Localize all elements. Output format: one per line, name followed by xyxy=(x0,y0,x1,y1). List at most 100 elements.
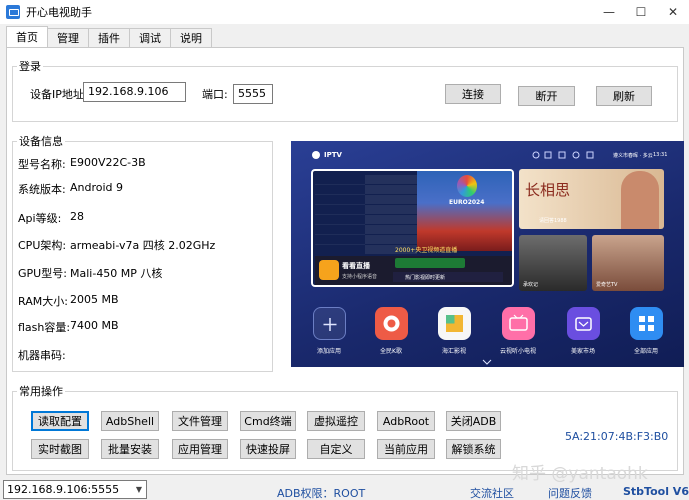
haihui-icon xyxy=(446,315,463,332)
model-label: 型号名称: xyxy=(18,158,66,171)
poster-tile-left[interactable]: 承欢记 xyxy=(519,235,587,291)
poster-caption-right: 爱奇艺TV xyxy=(596,282,618,288)
hot-text: 热门影视即时更新 xyxy=(405,275,446,281)
window-title: 开心电视助手 xyxy=(26,6,92,19)
version-label: StbTool V6.2 xyxy=(623,485,689,498)
read-config-button[interactable]: 读取配置 xyxy=(31,411,89,431)
app-label-all: 全部应用 xyxy=(633,348,658,355)
plus-icon xyxy=(323,318,337,331)
tab-help[interactable]: 说明 xyxy=(170,28,212,48)
screen-brand: IPTV xyxy=(324,151,342,159)
community-link[interactable]: 交流社区 xyxy=(470,485,514,500)
app-label-add: 添加应用 xyxy=(316,348,341,355)
disconnect-button[interactable]: 断开 xyxy=(518,86,575,106)
app-label-yunshiting: 云视听小电视 xyxy=(499,348,536,355)
app-label-meijia: 美家市场 xyxy=(570,348,595,355)
app-haihui-video[interactable] xyxy=(438,307,471,340)
ram-label: RAM大小: xyxy=(18,295,68,308)
app-manager-button[interactable]: 应用管理 xyxy=(172,439,228,459)
live-tv-banner[interactable]: EURO2024 2000+央卫视频道直播 看看直播 支持小程序语音 热门影视即… xyxy=(311,169,514,287)
iptv-logo-icon xyxy=(312,151,320,159)
refresh-button[interactable]: 刷新 xyxy=(596,86,652,106)
model-value: E900V22C-3B xyxy=(70,156,146,169)
poster-caption-left: 承欢记 xyxy=(523,282,539,288)
app-label-haihui: 海汇影视 xyxy=(441,348,466,355)
main-tabs: 首页 管理 插件 调试 说明 xyxy=(6,26,212,48)
kankan-logo-icon xyxy=(319,260,339,280)
tab-plugins[interactable]: 插件 xyxy=(88,28,130,48)
window-controls: — ☐ ✕ xyxy=(593,0,689,24)
poster-title-changxiangsi: 长相思 xyxy=(525,181,571,199)
file-manager-button[interactable]: 文件管理 xyxy=(172,411,228,431)
cmd-terminal-button[interactable]: Cmd终端 xyxy=(240,411,296,431)
adbroot-button[interactable]: AdbRoot xyxy=(377,411,435,431)
device-select[interactable]: 192.168.9.106:5555 ▼ xyxy=(3,480,147,499)
ip-label: 设备IP地址: xyxy=(30,88,88,101)
grid-icon xyxy=(639,316,654,331)
gpu-value: Mali-450 MP 八核 xyxy=(70,267,163,280)
port-label: 端口: xyxy=(202,88,228,101)
serial-label: 机器串码: xyxy=(18,349,66,362)
chevron-down-icon xyxy=(482,359,492,365)
mac-address: 5A:21:07:4B:F3:B0 xyxy=(565,430,669,443)
flash-value: 7400 MB xyxy=(70,319,119,332)
kge-icon xyxy=(383,315,400,332)
feedback-link[interactable]: 问题反馈 xyxy=(548,485,592,500)
flash-label: flash容量: xyxy=(18,321,71,334)
euro2024-promo: EURO2024 xyxy=(417,171,512,251)
tv-app-icon xyxy=(6,5,20,19)
batch-install-button[interactable]: 批量安装 xyxy=(101,439,159,459)
app-meijia-market[interactable] xyxy=(567,307,600,340)
tab-home[interactable]: 首页 xyxy=(6,26,48,48)
ad-title: 看看直播 xyxy=(342,262,370,270)
port-input[interactable]: 5555 xyxy=(233,84,273,104)
adbshell-button[interactable]: AdbShell xyxy=(101,411,159,431)
os-version-label: 系统版本: xyxy=(18,183,66,196)
device-info-title: 设备信息 xyxy=(19,135,63,148)
watermark: 知乎 @yantaohk xyxy=(512,464,648,484)
tv-screen-preview[interactable]: IPTV 遵义市春晖 · 多云 13:31 EURO2024 2000+央卫视频… xyxy=(291,141,684,367)
device-select-value: 192.168.9.106:5555 xyxy=(7,483,120,496)
close-button[interactable]: ✕ xyxy=(657,0,689,24)
app-quanmin-kge[interactable] xyxy=(375,307,408,340)
quick-cast-button[interactable]: 快速投屏 xyxy=(240,439,296,459)
close-adb-button[interactable]: 关闭ADB xyxy=(446,411,501,431)
chevron-down-icon: ▼ xyxy=(135,485,142,494)
cpu-label: CPU架构: xyxy=(18,239,67,252)
market-icon xyxy=(575,317,592,331)
os-version-value: Android 9 xyxy=(70,181,124,194)
tab-manage[interactable]: 管理 xyxy=(47,28,89,48)
app-yunshiting[interactable] xyxy=(502,307,535,340)
screen-top-bar: IPTV 遵义市春晖 · 多云 13:31 xyxy=(291,141,684,161)
custom-button[interactable]: 自定义 xyxy=(307,439,365,459)
screenshot-button[interactable]: 实时截图 xyxy=(31,439,89,459)
screen-location: 遵义市春晖 · 多云 xyxy=(613,153,653,159)
poster-tile-right[interactable]: 爱奇艺TV xyxy=(592,235,664,291)
api-level-value: 28 xyxy=(70,210,84,223)
ip-address-input[interactable]: 192.168.9.106 xyxy=(83,82,186,102)
app-all-apps[interactable] xyxy=(630,307,663,340)
minimize-button[interactable]: — xyxy=(593,0,625,24)
channel-category-menu xyxy=(315,175,365,245)
adb-permission-status: ADB权限：ROOT xyxy=(277,487,366,500)
poster-caption-top: 请回答1988 xyxy=(539,218,567,224)
virtual-remote-button[interactable]: 虚拟遥控 xyxy=(307,411,365,431)
maximize-button[interactable]: ☐ xyxy=(625,0,657,24)
title-bar: 开心电视助手 — ☐ ✕ xyxy=(0,0,689,24)
euro-title: EURO2024 xyxy=(449,199,485,206)
gpu-label: GPU型号: xyxy=(18,267,67,280)
tab-debug[interactable]: 调试 xyxy=(129,28,171,48)
api-level-label: Api等级: xyxy=(18,212,62,225)
unlock-system-button[interactable]: 解锁系统 xyxy=(446,439,501,459)
login-group-title: 登录 xyxy=(19,60,41,73)
app-label-kge: 全民K歌 xyxy=(380,348,402,355)
ram-value: 2005 MB xyxy=(70,293,119,306)
tv-icon xyxy=(509,314,528,331)
current-app-button[interactable]: 当前应用 xyxy=(377,439,435,459)
channel-list xyxy=(365,175,417,255)
ad-subtitle: 支持小程序语音 xyxy=(342,274,378,280)
connect-button[interactable]: 连接 xyxy=(445,84,501,104)
promo-text: 2000+央卫视频道直播 xyxy=(395,247,458,254)
cpu-value: armeabi-v7a 四核 2.02GHz xyxy=(70,239,216,252)
add-app-tile[interactable] xyxy=(313,307,346,340)
